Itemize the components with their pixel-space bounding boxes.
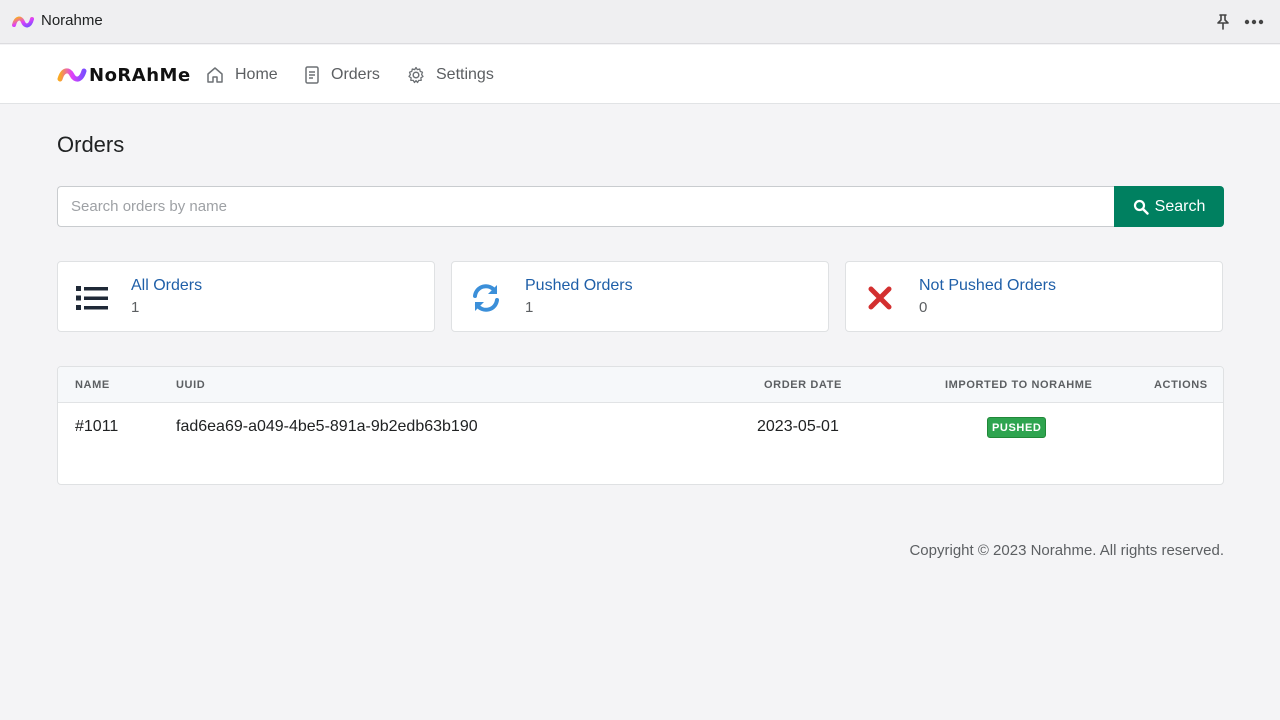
sync-icon — [468, 280, 504, 316]
gear-icon — [408, 66, 424, 84]
column-header-order-date[interactable]: ORDER DATE — [764, 379, 842, 391]
nav-item-home[interactable]: Home — [205, 63, 278, 87]
top-navbar: NoRAhMe Home Orders Settings — [0, 45, 1280, 104]
stat-card-not-pushed-orders[interactable]: Not Pushed Orders 0 — [845, 261, 1223, 332]
nav-item-label: Orders — [331, 66, 380, 83]
order-uuid: fad6ea69-a049-4be5-891a-9b2edb63b190 — [176, 418, 478, 435]
stat-label: Not Pushed Orders — [919, 277, 1056, 294]
search-button[interactable]: Search — [1114, 186, 1224, 227]
column-header-name[interactable]: NAME — [75, 379, 110, 391]
nav-item-label: Settings — [436, 66, 494, 83]
window-title: Norahme — [41, 12, 103, 29]
pin-icon[interactable] — [1213, 11, 1233, 33]
stat-card-pushed-orders[interactable]: Pushed Orders 1 — [451, 261, 829, 332]
brand-mark-icon — [57, 68, 87, 82]
home-icon — [207, 67, 223, 83]
stat-label: All Orders — [131, 277, 203, 294]
close-icon — [862, 280, 898, 316]
footer-copyright: Copyright © 2023 Norahme. All rights res… — [909, 542, 1224, 559]
nav-item-orders[interactable]: Orders — [303, 63, 380, 87]
stat-count: 1 — [131, 299, 140, 316]
column-header-actions: ACTIONS — [1154, 379, 1208, 391]
search-icon — [1133, 199, 1149, 215]
list-icon — [74, 280, 110, 316]
table-header: NAME UUID ORDER DATE IMPORTED TO NORAHME… — [58, 367, 1223, 403]
column-header-uuid[interactable]: UUID — [176, 379, 205, 391]
order-date: 2023-05-01 — [757, 418, 839, 435]
nav-item-settings[interactable]: Settings — [406, 63, 494, 87]
order-name[interactable]: #1011 — [75, 418, 118, 436]
stat-card-all-orders[interactable]: All Orders 1 — [57, 261, 435, 332]
status-badge: PUSHED — [987, 417, 1047, 438]
stat-count: 0 — [919, 299, 928, 316]
search-input[interactable] — [57, 186, 1115, 227]
document-icon — [305, 66, 319, 84]
more-options-icon[interactable] — [1242, 11, 1266, 33]
brand-name: NoRAhMe — [89, 64, 191, 86]
nav-item-label: Home — [235, 66, 278, 83]
brand-logo[interactable]: NoRAhMe — [57, 62, 191, 88]
app-logo-icon — [12, 11, 34, 33]
page-title: Orders — [57, 132, 125, 157]
window-titlebar: Norahme — [0, 0, 1280, 44]
search-button-label: Search — [1154, 197, 1206, 215]
stat-label: Pushed Orders — [525, 277, 633, 294]
orders-table: NAME UUID ORDER DATE IMPORTED TO NORAHME… — [57, 366, 1224, 485]
column-header-imported[interactable]: IMPORTED TO NORAHME — [945, 379, 1092, 391]
stat-count: 1 — [525, 299, 534, 316]
